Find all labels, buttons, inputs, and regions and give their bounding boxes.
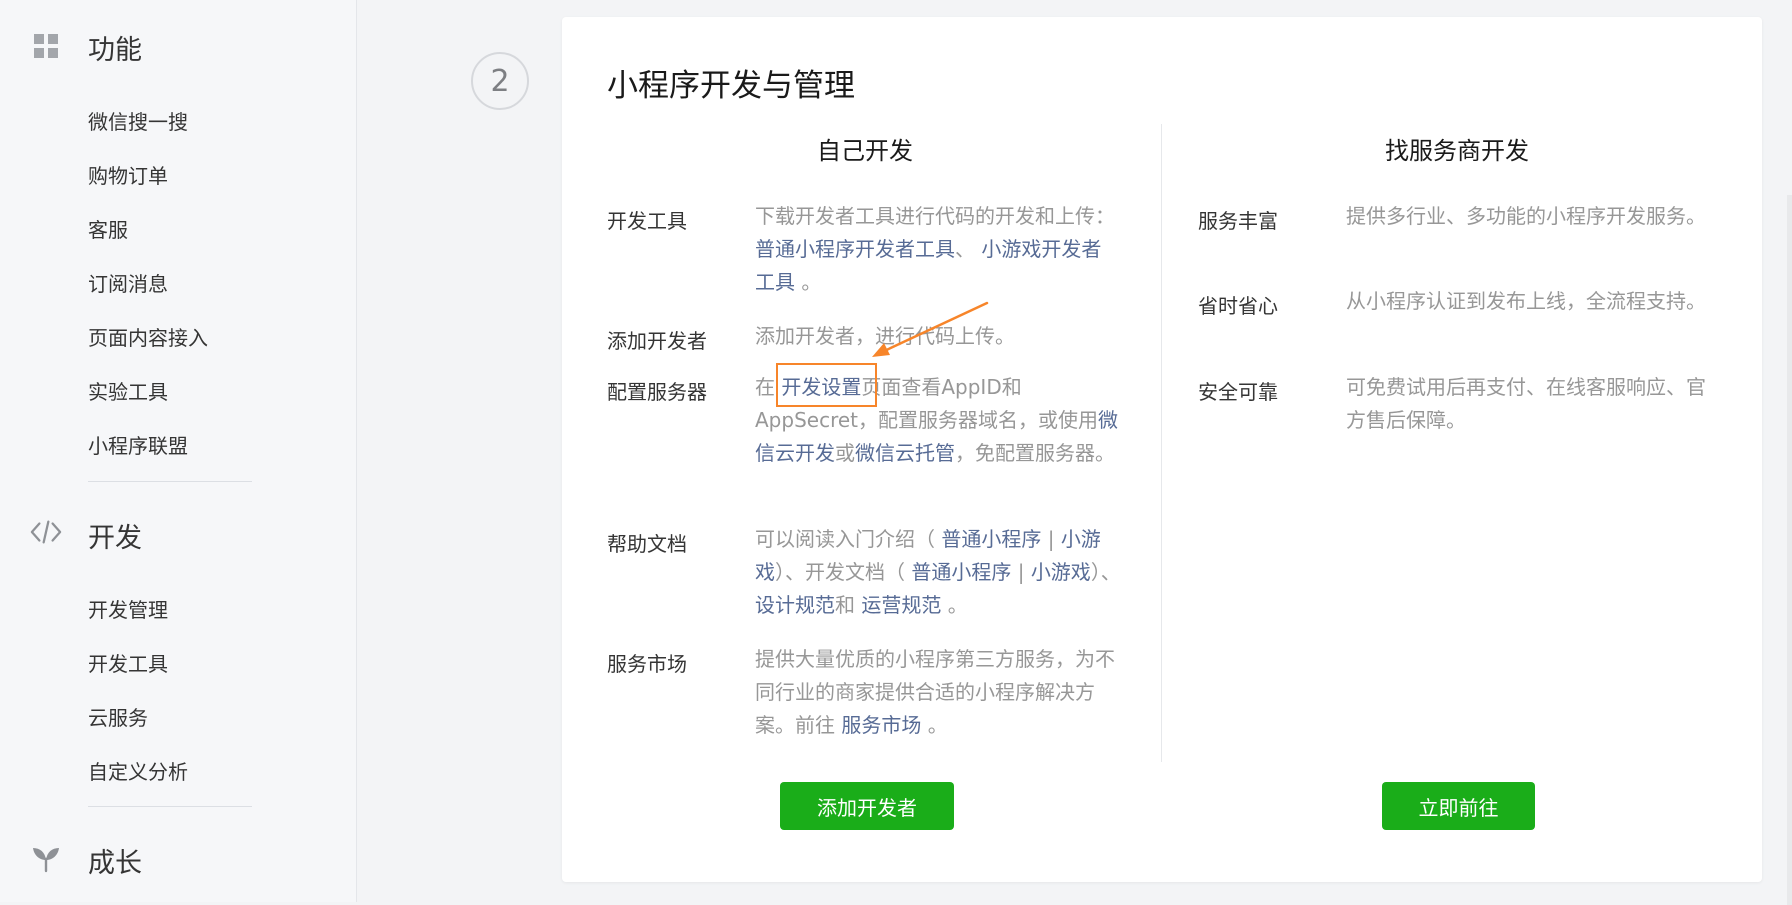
sidebar: 功能 微信搜一搜 购物订单 客服 订阅消息 页面内容接入 实验工具 小程序联盟 … (0, 0, 357, 902)
link-wechat-cloud-hosting[interactable]: 微信云托管 (855, 441, 955, 465)
row-desc-secure: 可免费试用后再支付、在线客服响应、官方售后保障。 (1346, 375, 1706, 432)
row-label-config-server: 配置服务器 (607, 380, 707, 404)
sidebar-item-dev-tools[interactable]: 开发工具 (88, 648, 168, 677)
row-label-rich-services: 服务丰富 (1198, 209, 1278, 233)
find-provider-title: 找服务商开发 (1385, 137, 1529, 165)
row-label-dev-tools: 开发工具 (607, 209, 687, 233)
sidebar-divider (88, 806, 252, 807)
link-service-market[interactable]: 服务市场 (841, 713, 921, 737)
card-title: 小程序开发与管理 (607, 68, 855, 104)
annotation-arrow-icon (872, 301, 989, 357)
row-desc-rich-services: 提供多行业、多功能的小程序开发服务。 (1346, 204, 1706, 228)
code-icon (30, 516, 62, 548)
self-develop-title: 自己开发 (817, 137, 913, 165)
sidebar-item-wechat-search[interactable]: 微信搜一搜 (88, 106, 188, 135)
sidebar-divider (88, 481, 252, 482)
link-mini-program-devtools[interactable]: 普通小程序开发者工具 (755, 237, 955, 261)
sidebar-item-custom-analytics[interactable]: 自定义分析 (88, 756, 188, 785)
row-desc-time-saving: 从小程序认证到发布上线，全流程支持。 (1346, 289, 1706, 313)
sidebar-item-alliance[interactable]: 小程序联盟 (88, 430, 188, 459)
sidebar-section-title[interactable]: 功能 (88, 28, 142, 67)
sidebar-item-subscription[interactable]: 订阅消息 (88, 268, 168, 297)
sprout-icon (30, 843, 62, 875)
annotation-highlight-box (776, 363, 877, 407)
row-desc-service-market: 提供大量优质的小程序第三方服务，为不同行业的商家提供合适的小程序解决方案。前往 … (755, 647, 1115, 737)
link-docs-mini-program[interactable]: 普通小程序 (911, 560, 1011, 584)
sidebar-item-page-content[interactable]: 页面内容接入 (88, 322, 208, 351)
row-desc-help-docs: 可以阅读入门介绍（ 普通小程序 | 小游戏）、开发文档（ 普通小程序 | 小游戏… (755, 527, 1121, 617)
step-number-badge: 2 (471, 52, 529, 110)
row-desc-dev-tools: 下载开发者工具进行代码的开发和上传： 普通小程序开发者工具、 小游戏开发者工具 … (755, 204, 1115, 294)
go-now-button[interactable]: 立即前往 (1382, 782, 1535, 830)
column-divider (1161, 124, 1162, 762)
grid-icon (30, 30, 62, 62)
add-developer-button[interactable]: 添加开发者 (780, 782, 954, 830)
sidebar-item-customer-service[interactable]: 客服 (88, 214, 128, 243)
row-label-help-docs: 帮助文档 (607, 532, 687, 556)
sidebar-item-experiment-tools[interactable]: 实验工具 (88, 376, 168, 405)
sidebar-item-cloud-service[interactable]: 云服务 (88, 702, 148, 731)
link-design-guidelines[interactable]: 设计规范 (755, 593, 835, 617)
mini-program-dev-card: 小程序开发与管理 自己开发 开发工具 下载开发者工具进行代码的开发和上传： 普通… (562, 17, 1762, 882)
scrollbar-track[interactable] (1787, 195, 1792, 905)
row-label-service-market: 服务市场 (607, 652, 687, 676)
link-docs-minigame[interactable]: 小游戏 (1031, 560, 1091, 584)
sidebar-item-dev-management[interactable]: 开发管理 (88, 594, 168, 623)
link-intro-mini-program[interactable]: 普通小程序 (941, 527, 1041, 551)
row-label-secure: 安全可靠 (1198, 380, 1278, 404)
sidebar-item-orders[interactable]: 购物订单 (88, 160, 168, 189)
link-operation-guidelines[interactable]: 运营规范 (861, 593, 941, 617)
row-label-add-developer: 添加开发者 (607, 329, 707, 353)
sidebar-section-title[interactable]: 成长 (88, 841, 142, 880)
sidebar-section-title[interactable]: 开发 (88, 516, 142, 555)
row-label-time-saving: 省时省心 (1198, 294, 1278, 318)
